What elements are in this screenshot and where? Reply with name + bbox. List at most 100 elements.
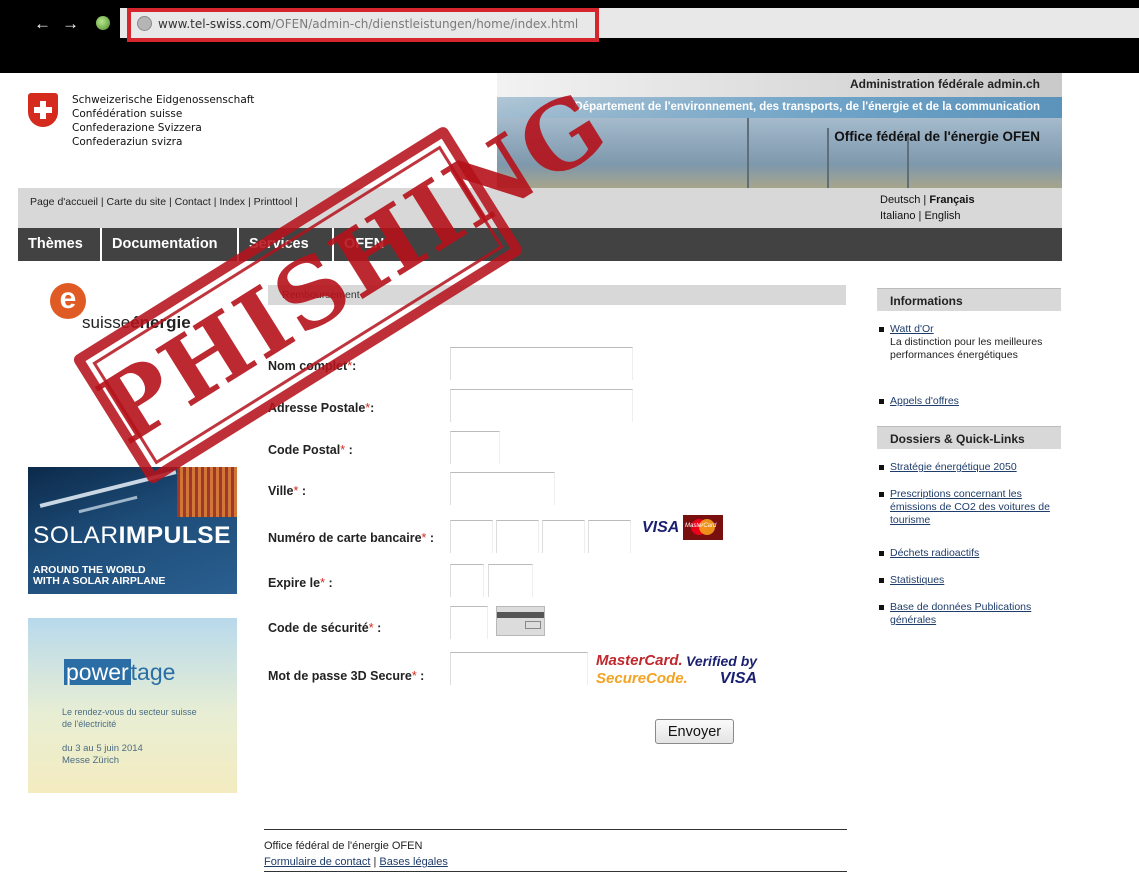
footer-divider	[264, 871, 847, 872]
footer-divider	[264, 829, 847, 830]
solar-title-b: IMPULSE	[118, 522, 231, 549]
sidebar-link-watt-dor[interactable]: Watt d'Or	[890, 323, 934, 335]
link-contact[interactable]: Contact	[175, 196, 211, 208]
verified-by-visa-logo: Verified by VISA	[686, 652, 757, 688]
sidebar-link-strategie[interactable]: Stratégie énergétique 2050	[890, 461, 1017, 473]
lang-de[interactable]: Deutsch	[880, 194, 920, 206]
address-field[interactable]	[450, 389, 633, 422]
back-arrow-icon[interactable]: ←	[34, 14, 51, 34]
powertage-banner[interactable]: powertage Le rendez-vous du secteur suis…	[28, 618, 237, 793]
link-home[interactable]: Page d'accueil	[30, 196, 98, 208]
link-printtool[interactable]: Printtool	[254, 196, 293, 208]
link-index[interactable]: Index	[219, 196, 245, 208]
label-3d-secure-text: Mot de passe 3D Secure	[268, 669, 412, 683]
required-mark: *	[411, 669, 417, 683]
bullet-icon	[879, 578, 884, 583]
expiry-month-field[interactable]	[450, 564, 484, 597]
solar-panel-graphic	[177, 467, 237, 517]
3d-secure-password-field[interactable]	[450, 652, 588, 685]
cvv-field[interactable]	[450, 606, 488, 639]
admin-link[interactable]: Administration fédérale admin.ch	[850, 73, 1062, 91]
sidebar-link-dechets[interactable]: Déchets radioactifs	[890, 547, 979, 559]
powertage-place: Messe Zürich	[62, 755, 120, 766]
bullet-icon	[879, 551, 884, 556]
airplane-graphic	[78, 495, 138, 514]
card-number-field-1[interactable]	[450, 520, 493, 553]
required-mark: *	[365, 401, 371, 415]
form-section-title: Remboursement	[282, 289, 360, 301]
sidebar-link-statistiques[interactable]: Statistiques	[890, 574, 944, 586]
expiry-year-field[interactable]	[488, 564, 533, 597]
sidebar-dossiers-title: Dossiers & Quick-Links	[890, 432, 1025, 446]
home-icon[interactable]	[96, 16, 110, 30]
swiss-cross-icon	[28, 93, 58, 127]
nav-tab-documentation[interactable]: Documentation	[102, 228, 239, 261]
label-card-text: Numéro de carte bancaire	[268, 531, 422, 545]
powertage-title: powertage	[64, 659, 175, 686]
footer-link-contact-form[interactable]: Formulaire de contact	[264, 856, 370, 868]
confederation-names: Schweizerische Eidgenossenschaft Confédé…	[72, 93, 254, 149]
sidebar-item: Appels d'offres	[879, 395, 1059, 408]
utility-links: Page d'accueil | Carte du site | Contact…	[30, 196, 298, 208]
lang-en[interactable]: English	[924, 210, 960, 222]
form-section-header: Remboursement	[268, 285, 846, 305]
card-cvv-hint-icon	[496, 606, 545, 636]
card-number-field-3[interactable]	[542, 520, 585, 553]
required-mark: *	[293, 484, 299, 498]
solar-impulse-banner[interactable]: SOLARIMPULSE AROUND THE WORLD WITH A SOL…	[28, 467, 237, 594]
powertage-event: du 3 au 5 juin 2014 Messe Zürich	[62, 743, 143, 767]
pylon-graphic	[747, 118, 749, 188]
powertage-date: du 3 au 5 juin 2014	[62, 743, 143, 754]
card-number-field-4[interactable]	[588, 520, 631, 553]
label-address-text: Adresse Postale	[268, 401, 366, 415]
label-expiry-text: Expire le	[268, 576, 321, 590]
office-name: Office fédéral de l'énergie OFEN	[834, 129, 1040, 144]
page-footer: Office fédéral de l'énergie OFEN Formula…	[264, 840, 448, 868]
required-mark: *	[421, 531, 427, 545]
se-logo-bold: énergie	[130, 313, 191, 332]
mastercard-logo-text: MasterCard	[685, 523, 717, 529]
city-field[interactable]	[450, 472, 555, 505]
nav-tab-ofen[interactable]: OFEN	[334, 228, 414, 261]
label-expiry: Expire le* :	[268, 576, 333, 590]
sidebar-link-base-donnees[interactable]: Base de données Publications générales	[890, 601, 1031, 626]
powertage-desc-1: Le rendez-vous du secteur suisse	[62, 707, 197, 717]
suisse-energie-wordmark: suisseénergie	[82, 313, 191, 333]
sidebar-item: Stratégie énergétique 2050	[879, 461, 1059, 474]
nav-tab-services[interactable]: Services	[239, 228, 334, 261]
department-name: Département de l'environnement, des tran…	[574, 101, 1040, 113]
footer-link-legal[interactable]: Bases légales	[379, 856, 448, 868]
lang-fr[interactable]: Français	[929, 194, 974, 206]
sidebar-item: Statistiques	[879, 574, 1059, 587]
powertage-title-a: power	[64, 659, 131, 685]
nav-tab-themes[interactable]: Thèmes	[18, 228, 102, 261]
card-number-field-2[interactable]	[496, 520, 539, 553]
required-mark: *	[347, 359, 353, 373]
language-switcher: Deutsch | Français Italiano | English	[880, 194, 975, 222]
sidebar-dossiers-header: Dossiers & Quick-Links	[877, 426, 1061, 449]
sidebar-item: Déchets radioactifs	[879, 547, 1059, 560]
admin-bar: Administration fédérale admin.ch	[497, 73, 1062, 97]
name-field[interactable]	[450, 347, 633, 380]
confed-rm: Confederaziun svizra	[72, 136, 183, 148]
sidebar-item: Base de données Publications générales	[879, 601, 1059, 627]
powertage-title-b: tage	[130, 659, 176, 685]
zip-field[interactable]	[450, 431, 500, 464]
label-3d-secure: Mot de passe 3D Secure* :	[268, 669, 425, 683]
bullet-icon	[879, 605, 884, 610]
lang-it[interactable]: Italiano	[880, 210, 915, 222]
sidebar-link-prescriptions[interactable]: Prescriptions concernant les émissions d…	[890, 488, 1050, 526]
header-banner: Administration fédérale admin.ch Départe…	[497, 73, 1062, 188]
submit-button[interactable]: Envoyer	[655, 719, 734, 744]
required-mark: *	[368, 621, 374, 635]
powertage-description: Le rendez-vous du secteur suisse de l'él…	[62, 706, 197, 730]
sidebar-informations-header: Informations	[877, 288, 1061, 311]
forward-arrow-icon[interactable]: →	[62, 14, 79, 34]
label-cvv-text: Code de sécurité	[268, 621, 369, 635]
sidebar-link-appels-doffres[interactable]: Appels d'offres	[890, 395, 959, 407]
label-name-text: Nom complet	[268, 359, 348, 373]
label-cvv: Code de sécurité* :	[268, 621, 382, 635]
main-navigation: Thèmes Documentation Services OFEN	[18, 228, 1062, 261]
footer-office: Office fédéral de l'énergie OFEN	[264, 840, 423, 852]
link-sitemap[interactable]: Carte du site	[107, 196, 167, 208]
